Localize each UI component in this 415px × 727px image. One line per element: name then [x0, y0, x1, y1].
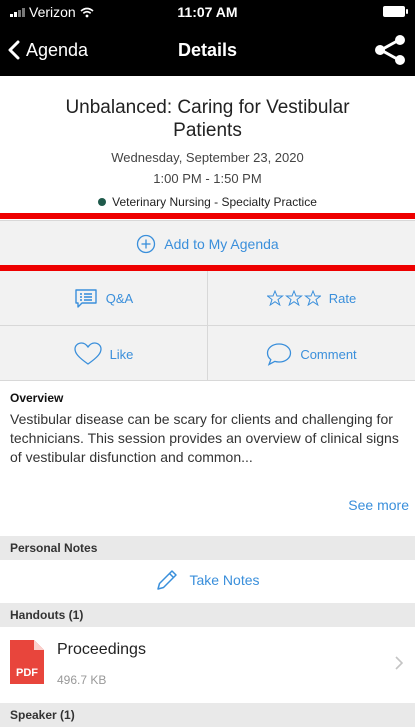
- pdf-file-icon: PDF: [10, 640, 44, 684]
- qa-icon: [75, 289, 97, 308]
- overview-text: Vestibular disease can be scary for clie…: [10, 411, 399, 465]
- handouts-header: Handouts (1): [0, 603, 415, 627]
- page-title: Details: [177, 40, 238, 60]
- session-time: 1:00 PM - 1:50 PM: [153, 171, 262, 186]
- pdf-icon-label: PDF: [16, 667, 38, 679]
- grid-divider-bottom: [0, 380, 415, 381]
- pencil-icon: [157, 570, 178, 590]
- nav-bar: Agenda Details: [0, 24, 415, 76]
- speaker-header: Speaker (1): [0, 703, 415, 727]
- qa-button[interactable]: Q&A: [0, 271, 207, 325]
- grid-divider-horizontal: [0, 325, 415, 326]
- highlight-line-top: [0, 213, 415, 219]
- like-label: Like: [109, 346, 134, 362]
- status-time: 11:07 AM: [177, 4, 238, 20]
- handout-item[interactable]: PDF Proceedings 496.7 KB: [0, 630, 415, 700]
- chevron-right-icon: [395, 656, 403, 670]
- heart-icon: [73, 342, 102, 365]
- add-to-agenda-label: Add to My Agenda: [164, 235, 279, 252]
- plus-circle-icon: [137, 234, 156, 253]
- take-notes-button[interactable]: Take Notes: [0, 565, 415, 595]
- share-icon[interactable]: [373, 35, 407, 65]
- track-label: Veterinary Nursing - Specialty Practice: [112, 195, 317, 209]
- personal-notes-header: Personal Notes: [0, 536, 415, 560]
- take-notes-label: Take Notes: [189, 572, 260, 588]
- star-rating-icon: [266, 290, 321, 306]
- qa-label: Q&A: [105, 290, 134, 306]
- session-date: Wednesday, September 23, 2020: [111, 150, 304, 165]
- comment-button[interactable]: Comment: [208, 327, 415, 381]
- rate-label: Rate: [328, 290, 357, 306]
- session-track: Veterinary Nursing - Specialty Practice: [0, 195, 415, 209]
- grid-divider-vertical: [207, 271, 208, 381]
- like-button[interactable]: Like: [0, 327, 207, 381]
- rate-button[interactable]: Rate: [208, 271, 415, 325]
- handout-size: 496.7 KB: [57, 673, 107, 687]
- overview-heading: Overview: [10, 391, 64, 405]
- see-more-link[interactable]: See more: [348, 497, 409, 513]
- action-grid: Q&A Rate Like Comment: [0, 271, 415, 381]
- comment-bubble-icon: [267, 343, 292, 366]
- add-to-agenda-button[interactable]: Add to My Agenda: [0, 220, 415, 266]
- battery-icon: [383, 6, 408, 17]
- status-bar: Verizon 11:07 AM: [0, 0, 415, 24]
- session-title: Unbalanced: Caring for Vestibular Patien…: [65, 97, 350, 141]
- handout-name: Proceedings: [57, 641, 146, 658]
- track-color-dot: [98, 197, 107, 206]
- comment-label: Comment: [300, 346, 357, 362]
